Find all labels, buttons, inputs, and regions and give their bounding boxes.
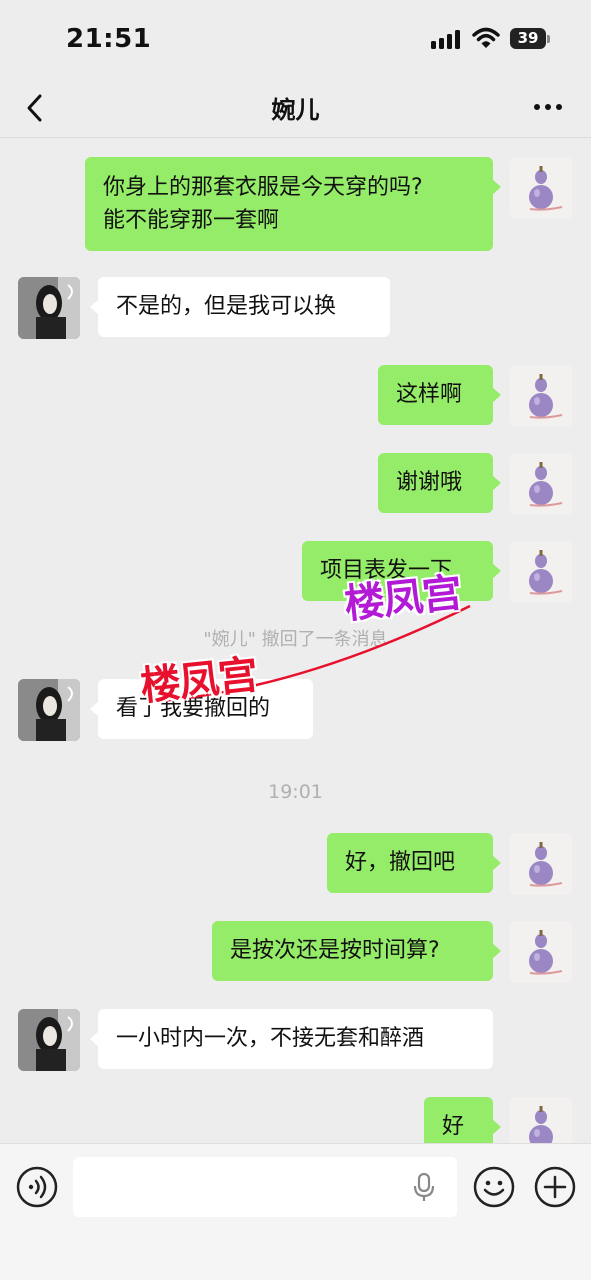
message-text: 好，撤回吧 (345, 850, 456, 875)
gourd-avatar-image (510, 921, 572, 983)
message-text: 你身上的那套衣服是今天穿的吗? (103, 175, 423, 200)
recall-notice: "婉儿" 撤回了一条消息 (203, 629, 388, 650)
message-text: 这样啊 (396, 382, 463, 407)
gourd-avatar-image (510, 365, 572, 427)
avatar-self[interactable] (510, 453, 572, 515)
voice-icon[interactable] (16, 1166, 58, 1208)
message-timestamp: 19:01 (268, 781, 323, 803)
message-input[interactable] (73, 1157, 457, 1217)
contact-avatar-image (18, 679, 80, 741)
watermark-text: 楼凤宫 (342, 569, 464, 628)
message-bubble-incoming[interactable]: 不是的，但是我可以换 (90, 277, 390, 337)
avatar-self[interactable] (510, 833, 572, 895)
avatar-contact[interactable] (18, 277, 80, 339)
avatar-self[interactable] (510, 157, 572, 219)
avatar-contact[interactable] (18, 1009, 80, 1071)
watermark-text: 楼凤宫 (138, 651, 260, 710)
message-text: 能不能穿那一套啊 (103, 208, 280, 233)
message-bubble-outgoing[interactable]: 好 (424, 1097, 501, 1143)
more-dots-icon[interactable] (530, 94, 566, 122)
emoji-icon[interactable] (473, 1166, 515, 1208)
message-text: 好 (442, 1114, 465, 1139)
nav-bar: 婉儿 (0, 78, 591, 138)
input-bar (0, 1143, 591, 1280)
message-bubble-incoming[interactable]: 一小时内一次，不接无套和醉酒 (90, 1009, 493, 1069)
message-bubble-outgoing[interactable]: 是按次还是按时间算? (212, 921, 501, 981)
message-bubble-outgoing[interactable]: 你身上的那套衣服是今天穿的吗? 能不能穿那一套啊 (85, 157, 501, 251)
status-bar: 21:51 39 (0, 0, 591, 78)
gourd-avatar-image (510, 157, 572, 219)
avatar-self[interactable] (510, 541, 572, 603)
avatar-self[interactable] (510, 921, 572, 983)
battery-tip (547, 35, 550, 43)
wifi-icon (472, 27, 500, 48)
message-text: 是按次还是按时间算? (230, 938, 440, 963)
status-time: 21:51 (66, 24, 152, 54)
battery-icon: 39 (510, 28, 546, 49)
message-bubble-outgoing[interactable]: 谢谢哦 (378, 453, 501, 513)
message-text: 不是的，但是我可以换 (116, 294, 337, 319)
plus-icon[interactable] (534, 1166, 576, 1208)
gourd-avatar-image (510, 453, 572, 515)
message-text: 一小时内一次，不接无套和醉酒 (116, 1026, 425, 1051)
gourd-avatar-image (510, 1097, 572, 1143)
avatar-self[interactable] (510, 1097, 572, 1143)
message-list[interactable]: 你身上的那套衣服是今天穿的吗? 能不能穿那一套啊 不是的，但是我可以换 这样啊 … (0, 139, 591, 1143)
gourd-avatar-image (510, 541, 572, 603)
avatar-self[interactable] (510, 365, 572, 427)
contact-avatar-image (18, 1009, 80, 1071)
message-text: 谢谢哦 (396, 470, 463, 495)
microphone-icon[interactable] (410, 1172, 438, 1202)
chat-title: 婉儿 (271, 96, 320, 124)
contact-avatar-image (18, 277, 80, 339)
message-bubble-outgoing[interactable]: 好，撤回吧 (327, 833, 501, 893)
battery-level: 39 (517, 29, 539, 47)
gourd-avatar-image (510, 833, 572, 895)
signal-icon (431, 29, 463, 49)
avatar-contact[interactable] (18, 679, 80, 741)
message-bubble-outgoing[interactable]: 这样啊 (378, 365, 501, 425)
